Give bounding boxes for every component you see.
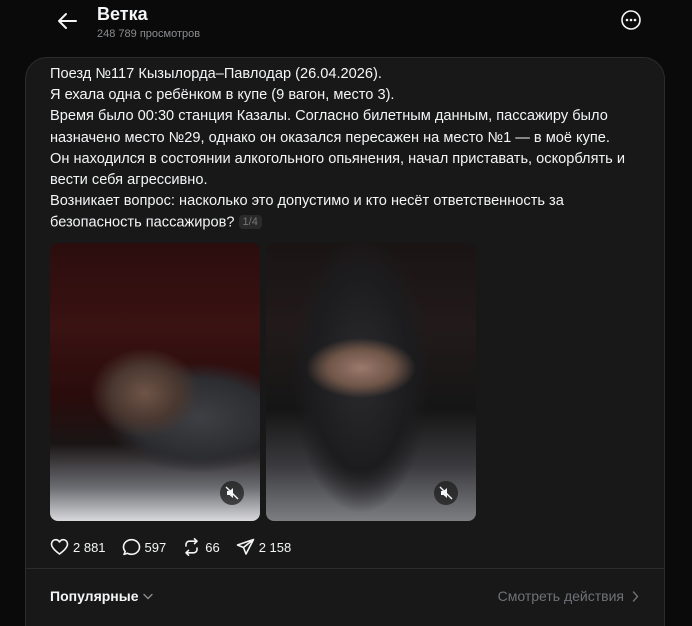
- repost-icon: [185, 538, 199, 556]
- post-line: Он находился в состоянии алкогольного оп…: [50, 150, 625, 167]
- speaker-muted-icon: [439, 486, 453, 500]
- header: Ветка 248 789 просмотров: [0, 0, 692, 56]
- speaker-muted-icon: [225, 486, 239, 500]
- comment-icon: [122, 538, 140, 556]
- post-line: Я ехала одна с ребёнком в купе (9 вагон,…: [50, 87, 395, 104]
- media-counter: 1/4: [238, 215, 262, 230]
- page-title: Ветка: [97, 4, 148, 24]
- arrow-left-icon: [58, 13, 77, 29]
- view-activity-label: Смотреть действия: [497, 588, 624, 604]
- like-button[interactable]: 2 881: [50, 538, 106, 556]
- post-line: вести себя агрессивно.: [50, 172, 208, 189]
- divider: [26, 568, 664, 569]
- back-button[interactable]: [54, 8, 80, 34]
- reply-count: 597: [144, 539, 167, 555]
- view-activity-link[interactable]: Смотреть действия: [498, 588, 639, 604]
- post-line-text: безопасность пассажиров?: [50, 214, 235, 231]
- mute-button[interactable]: [220, 481, 244, 505]
- share-count: 2 158: [258, 539, 292, 555]
- view-count: 248 789 просмотров: [97, 28, 201, 40]
- repost-count: 66: [205, 539, 220, 555]
- post-line-last: безопасность пассажиров? 1/4: [50, 212, 650, 234]
- post-actions: 2 881 597 66 2 158: [50, 537, 307, 557]
- post-line: Время было 00:30 станция Казалы. Согласн…: [50, 108, 608, 125]
- more-icon: [621, 10, 641, 30]
- video-thumbnail-1[interactable]: [50, 243, 260, 521]
- repost-button[interactable]: 66: [182, 538, 220, 556]
- reply-button[interactable]: 597: [122, 538, 167, 556]
- sort-dropdown[interactable]: Популярные: [50, 588, 154, 604]
- post-line: Поезд №117 Кызылорда–Павлодар (26.04.202…: [50, 66, 382, 82]
- like-count: 2 881: [73, 539, 106, 555]
- post-line: назначено место №29, однако он оказался …: [50, 129, 610, 146]
- send-icon: [236, 538, 255, 555]
- more-options-button[interactable]: [620, 9, 642, 31]
- chevron-down-icon: [143, 593, 154, 599]
- chevron-right-icon: [632, 590, 639, 602]
- share-button[interactable]: 2 158: [236, 538, 292, 556]
- video-thumbnail-2[interactable]: [266, 243, 476, 521]
- mute-button[interactable]: [434, 481, 458, 505]
- post-line: Возникает вопрос: насколько это допустим…: [50, 193, 564, 210]
- heart-icon: [50, 538, 69, 555]
- post-text: Поезд №117 Кызылорда–Павлодар (26.04.202…: [50, 64, 650, 234]
- sort-label: Популярные: [50, 588, 139, 604]
